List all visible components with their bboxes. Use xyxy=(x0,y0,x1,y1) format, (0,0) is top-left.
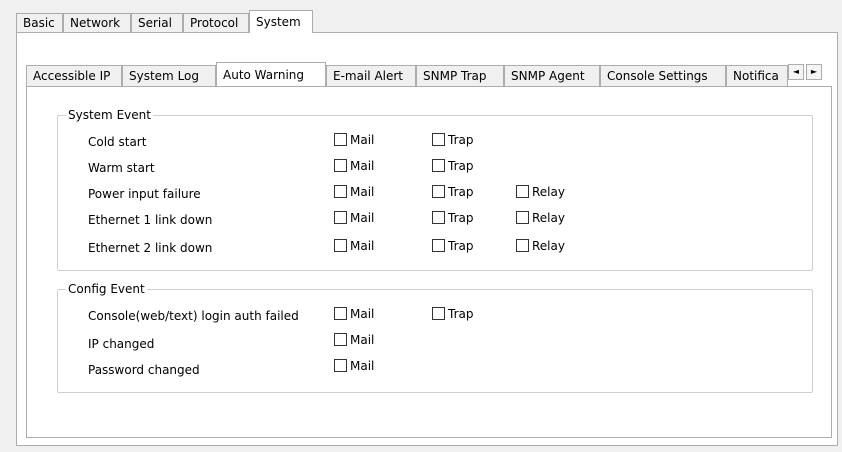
tab-label: Console Settings xyxy=(607,69,708,83)
eth2-link-down-mail-checkbox[interactable]: Mail xyxy=(334,238,374,254)
checkbox-label: Mail xyxy=(350,359,375,373)
checkbox-label: Mail xyxy=(350,239,375,253)
checkbox-label: Trap xyxy=(448,159,474,173)
checkbox-box[interactable] xyxy=(334,211,347,224)
eth1-link-down-mail-checkbox[interactable]: Mail xyxy=(334,210,374,226)
tab-snmp-agent[interactable]: SNMP Agent xyxy=(504,65,600,86)
checkbox-box[interactable] xyxy=(432,159,445,172)
tab-label: E-mail Alert xyxy=(333,69,404,83)
eth1-link-down-relay-checkbox[interactable]: Relay xyxy=(516,210,565,226)
checkbox-label: Mail xyxy=(350,133,375,147)
tab-notification[interactable]: Notifica xyxy=(726,65,788,86)
tab-snmp-trap[interactable]: SNMP Trap xyxy=(416,65,504,86)
arrow-right-icon: ► xyxy=(810,67,818,76)
tab-label: Basic xyxy=(23,16,55,30)
checkbox-label: Relay xyxy=(532,239,565,253)
checkbox-label: Relay xyxy=(532,211,565,225)
tab-label: Network xyxy=(70,16,121,30)
tab-label: SNMP Trap xyxy=(423,69,487,83)
eth2-link-down-trap-checkbox[interactable]: Trap xyxy=(432,238,473,254)
checkbox-label: Mail xyxy=(350,333,375,347)
event-label: Power input failure xyxy=(88,187,201,201)
system-event-group: System Event Cold start Mail Trap Warm s… xyxy=(57,107,813,271)
checkbox-label: Trap xyxy=(448,211,474,225)
event-label: Console(web/text) login auth failed xyxy=(88,309,299,323)
tab-basic[interactable]: Basic xyxy=(16,13,63,32)
checkbox-label: Mail xyxy=(350,159,375,173)
tab-console-settings[interactable]: Console Settings xyxy=(600,65,726,86)
checkbox-box[interactable] xyxy=(516,211,529,224)
event-label: Password changed xyxy=(88,363,200,377)
auto-warning-panel: System Event Cold start Mail Trap Warm s… xyxy=(26,86,832,438)
checkbox-label: Trap xyxy=(448,133,474,147)
checkbox-box[interactable] xyxy=(334,333,347,346)
checkbox-box[interactable] xyxy=(516,239,529,252)
checkbox-box[interactable] xyxy=(334,185,347,198)
checkbox-box[interactable] xyxy=(334,159,347,172)
tab-label: Protocol xyxy=(190,16,239,30)
checkbox-box[interactable] xyxy=(432,133,445,146)
checkbox-box[interactable] xyxy=(432,185,445,198)
power-input-relay-checkbox[interactable]: Relay xyxy=(516,184,565,200)
checkbox-box[interactable] xyxy=(516,185,529,198)
checkbox-box[interactable] xyxy=(432,239,445,252)
warm-start-trap-checkbox[interactable]: Trap xyxy=(432,158,473,174)
warm-start-mail-checkbox[interactable]: Mail xyxy=(334,158,374,174)
tab-protocol[interactable]: Protocol xyxy=(183,13,249,32)
tab-network[interactable]: Network xyxy=(63,13,131,32)
eth2-link-down-relay-checkbox[interactable]: Relay xyxy=(516,238,565,254)
group-title: System Event xyxy=(66,107,153,123)
cold-start-mail-checkbox[interactable]: Mail xyxy=(334,132,374,148)
checkbox-box[interactable] xyxy=(432,211,445,224)
checkbox-label: Trap xyxy=(448,307,474,321)
tab-label: System xyxy=(256,15,301,29)
event-label: Cold start xyxy=(88,135,147,149)
cold-start-trap-checkbox[interactable]: Trap xyxy=(432,132,473,148)
tab-label: SNMP Agent xyxy=(511,69,585,83)
tab-system-log[interactable]: System Log xyxy=(122,65,216,86)
checkbox-box[interactable] xyxy=(334,359,347,372)
checkbox-box[interactable] xyxy=(334,239,347,252)
tab-label: Serial xyxy=(138,16,172,30)
event-label: Ethernet 1 link down xyxy=(88,213,213,227)
ip-changed-mail-checkbox[interactable]: Mail xyxy=(334,332,374,348)
tab-label: Notifica xyxy=(733,69,779,83)
checkbox-label: Relay xyxy=(532,185,565,199)
checkbox-label: Mail xyxy=(350,211,375,225)
scroll-left-button[interactable]: ◄ xyxy=(788,64,804,80)
tab-serial[interactable]: Serial xyxy=(131,13,183,32)
arrow-left-icon: ◄ xyxy=(792,67,800,76)
eth1-link-down-trap-checkbox[interactable]: Trap xyxy=(432,210,473,226)
tab-auto-warning[interactable]: Auto Warning xyxy=(216,62,326,86)
system-subtab-bar: Accessible IP System Log Auto Warning E-… xyxy=(26,62,826,86)
checkbox-box[interactable] xyxy=(432,307,445,320)
event-label: Ethernet 2 link down xyxy=(88,241,213,255)
tab-email-alert[interactable]: E-mail Alert xyxy=(326,65,416,86)
checkbox-label: Mail xyxy=(350,307,375,321)
login-auth-failed-trap-checkbox[interactable]: Trap xyxy=(432,306,473,322)
scroll-right-button[interactable]: ► xyxy=(806,64,822,80)
group-title: Config Event xyxy=(66,281,147,297)
password-changed-mail-checkbox[interactable]: Mail xyxy=(334,358,374,374)
event-label: IP changed xyxy=(88,337,155,351)
checkbox-box[interactable] xyxy=(334,133,347,146)
tab-system[interactable]: System xyxy=(249,10,313,33)
power-input-mail-checkbox[interactable]: Mail xyxy=(334,184,374,200)
tab-label: System Log xyxy=(129,69,199,83)
tab-label: Auto Warning xyxy=(223,68,305,82)
tab-accessible-ip[interactable]: Accessible IP xyxy=(26,65,122,86)
power-input-trap-checkbox[interactable]: Trap xyxy=(432,184,473,200)
login-auth-failed-mail-checkbox[interactable]: Mail xyxy=(334,306,374,322)
checkbox-label: Trap xyxy=(448,185,474,199)
checkbox-box[interactable] xyxy=(334,307,347,320)
checkbox-label: Trap xyxy=(448,239,474,253)
checkbox-label: Mail xyxy=(350,185,375,199)
config-event-group: Config Event Console(web/text) login aut… xyxy=(57,281,813,393)
tab-label: Accessible IP xyxy=(33,69,111,83)
event-label: Warm start xyxy=(88,161,155,175)
